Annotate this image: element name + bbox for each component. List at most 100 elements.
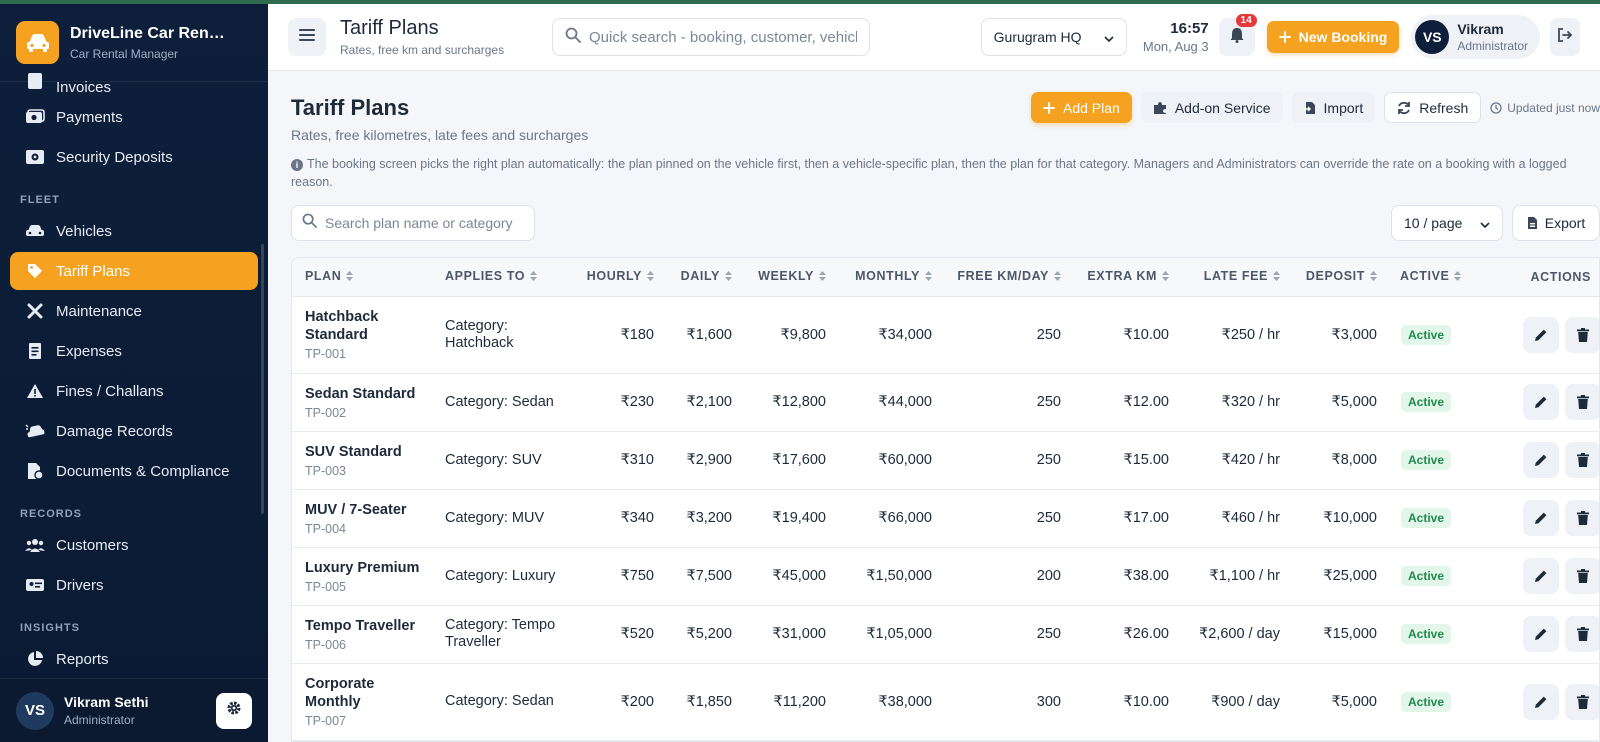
edit-button[interactable] — [1523, 384, 1559, 420]
extra-km-cell: ₹10.00 — [1071, 663, 1179, 741]
edit-button[interactable] — [1523, 616, 1559, 652]
table-row[interactable]: Corporate Monthly TP-007 Category: Sedan ₹2… — [292, 663, 1599, 741]
top-accent-line — [0, 0, 1600, 4]
column-header[interactable]: WEEKLY — [742, 258, 836, 297]
avatar[interactable]: VS — [16, 691, 54, 730]
trash-icon — [1577, 511, 1589, 525]
column-header[interactable]: MONTHLY — [836, 258, 942, 297]
sort-icon — [1454, 270, 1462, 284]
sidebar-user: VS Vikram Sethi Administrator — [0, 678, 268, 742]
sidebar-item-label: Vehicles — [56, 222, 112, 240]
table-row[interactable]: SUV Standard TP-003 Category: SUV ₹310 ₹2,90… — [292, 431, 1599, 490]
table-row[interactable]: Sedan Standard TP-002 Category: Sedan ₹230 ₹… — [292, 373, 1599, 432]
global-search-input[interactable] — [589, 28, 857, 46]
delete-button[interactable] — [1565, 616, 1599, 652]
free-km-cell: 250 — [942, 489, 1071, 548]
free-km-cell: 250 — [942, 431, 1071, 490]
table-row[interactable]: Luxury Premium TP-005 Category: Luxury ₹750… — [292, 547, 1599, 606]
sidebar-scrollbar[interactable] — [261, 244, 264, 514]
sidebar-item-payments[interactable]: Payments — [10, 98, 258, 136]
column-header-label: HOURLY — [586, 269, 642, 284]
plan-search[interactable] — [291, 205, 535, 241]
weekly-cell: ₹12,800 — [742, 373, 836, 432]
delete-button[interactable] — [1565, 316, 1599, 353]
refresh-button[interactable]: Refresh — [1384, 92, 1482, 123]
column-header[interactable]: FREE KM/DAY — [942, 258, 1071, 297]
table-toolbar: 10 / page Export — [291, 197, 1600, 253]
addon-service-button[interactable]: Add-on Service — [1140, 92, 1283, 123]
sidebar-item-documents[interactable]: Documents & Compliance — [10, 452, 258, 490]
page-size-select[interactable]: 10 / page — [1391, 205, 1503, 241]
extra-km-cell: ₹17.00 — [1071, 489, 1179, 548]
hourly-cell: ₹230 — [572, 373, 664, 432]
daily-cell: ₹2,900 — [664, 431, 742, 490]
menu-toggle-button[interactable] — [288, 18, 326, 56]
column-header[interactable]: EXTRA KM — [1071, 258, 1179, 297]
refresh-icon — [1397, 101, 1411, 115]
sidebar-item-customers[interactable]: Customers — [10, 526, 258, 564]
sidebar-item-expenses[interactable]: Expenses — [10, 332, 258, 370]
plan-name: SUV Standard — [305, 443, 402, 460]
user-role: Administrator — [1457, 39, 1528, 53]
global-search[interactable] — [552, 18, 870, 56]
delete-button[interactable] — [1565, 384, 1599, 420]
hourly-cell: ₹180 — [572, 296, 664, 374]
notifications-button[interactable]: 14 — [1218, 14, 1257, 56]
column-header-label: FREE KM/DAY — [957, 269, 1049, 284]
sidebar-item-drivers[interactable]: Drivers — [10, 566, 258, 604]
sidebar-item-label: Payments — [56, 108, 123, 126]
new-booking-button[interactable]: New Booking — [1266, 21, 1400, 53]
table-row[interactable]: Tempo Traveller TP-006 Category: Tempo Tra… — [292, 605, 1599, 664]
sidebar-item-tariff-plans[interactable]: Tariff Plans — [10, 252, 258, 290]
sidebar-item-reports[interactable]: Reports — [10, 640, 258, 678]
search-icon — [565, 27, 581, 48]
active-cell: Active — [1387, 605, 1469, 664]
sidebar-item-fines[interactable]: Fines / Challans — [10, 372, 258, 410]
column-header[interactable]: DAILY — [664, 258, 742, 297]
export-button[interactable]: Export — [1512, 205, 1600, 241]
column-header[interactable]: PLAN — [292, 258, 432, 297]
edit-button[interactable] — [1523, 558, 1559, 594]
delete-button[interactable] — [1565, 500, 1599, 536]
sidebar-item-vehicles[interactable]: Vehicles — [10, 212, 258, 250]
sort-icon — [647, 270, 654, 284]
sidebar-item-damage-records[interactable]: Damage Records — [10, 412, 258, 450]
logout-button[interactable] — [1550, 18, 1580, 56]
delete-button[interactable] — [1565, 683, 1599, 720]
free-km-cell: 300 — [942, 663, 1071, 741]
info-icon: i — [291, 159, 303, 171]
add-plan-button[interactable]: Add Plan — [1031, 92, 1132, 123]
plan-search-input[interactable] — [325, 215, 524, 231]
column-header[interactable]: DEPOSIT — [1290, 258, 1387, 297]
edit-button[interactable] — [1523, 316, 1559, 353]
edit-button[interactable] — [1523, 500, 1559, 536]
car-logo-icon — [16, 21, 59, 64]
branch-select[interactable]: Gurugram HQ — [980, 18, 1127, 56]
table-row[interactable]: Hatchback Standard TP-001 Category: Hatchb… — [292, 296, 1599, 374]
monthly-cell: ₹60,000 — [836, 431, 942, 490]
delete-button[interactable] — [1565, 442, 1599, 478]
plus-icon — [1278, 31, 1291, 43]
column-header[interactable]: HOURLY — [572, 258, 664, 297]
hamburger-icon — [299, 28, 315, 46]
plan-name: Sedan Standard — [305, 385, 416, 402]
sidebar-item-maintenance[interactable]: Maintenance — [10, 292, 258, 330]
sidebar-item-security-deposits[interactable]: Security Deposits — [10, 138, 258, 176]
edit-button[interactable] — [1523, 442, 1559, 478]
free-km-cell: 200 — [942, 547, 1071, 606]
column-header[interactable]: ACTIVE — [1387, 258, 1469, 297]
updated-status: Updated just now — [1490, 101, 1600, 115]
delete-button[interactable] — [1565, 558, 1599, 594]
trash-icon — [1577, 327, 1589, 342]
edit-button[interactable] — [1523, 683, 1559, 720]
wrench-icon — [24, 300, 46, 322]
column-header[interactable]: LATE FEE — [1179, 258, 1290, 297]
sidebar-item-invoices[interactable]: Invoices — [10, 66, 258, 92]
column-header[interactable]: APPLIES TO — [432, 258, 572, 297]
table-row[interactable]: MUV / 7-Seater TP-004 Category: MUV ₹340 ₹3,… — [292, 489, 1599, 548]
user-menu[interactable]: VS Vikram Administrator — [1411, 15, 1540, 59]
import-button[interactable]: Import — [1291, 92, 1376, 123]
extra-km-cell: ₹12.00 — [1071, 373, 1179, 432]
settings-button[interactable] — [216, 692, 252, 729]
payments-icon — [24, 106, 46, 128]
